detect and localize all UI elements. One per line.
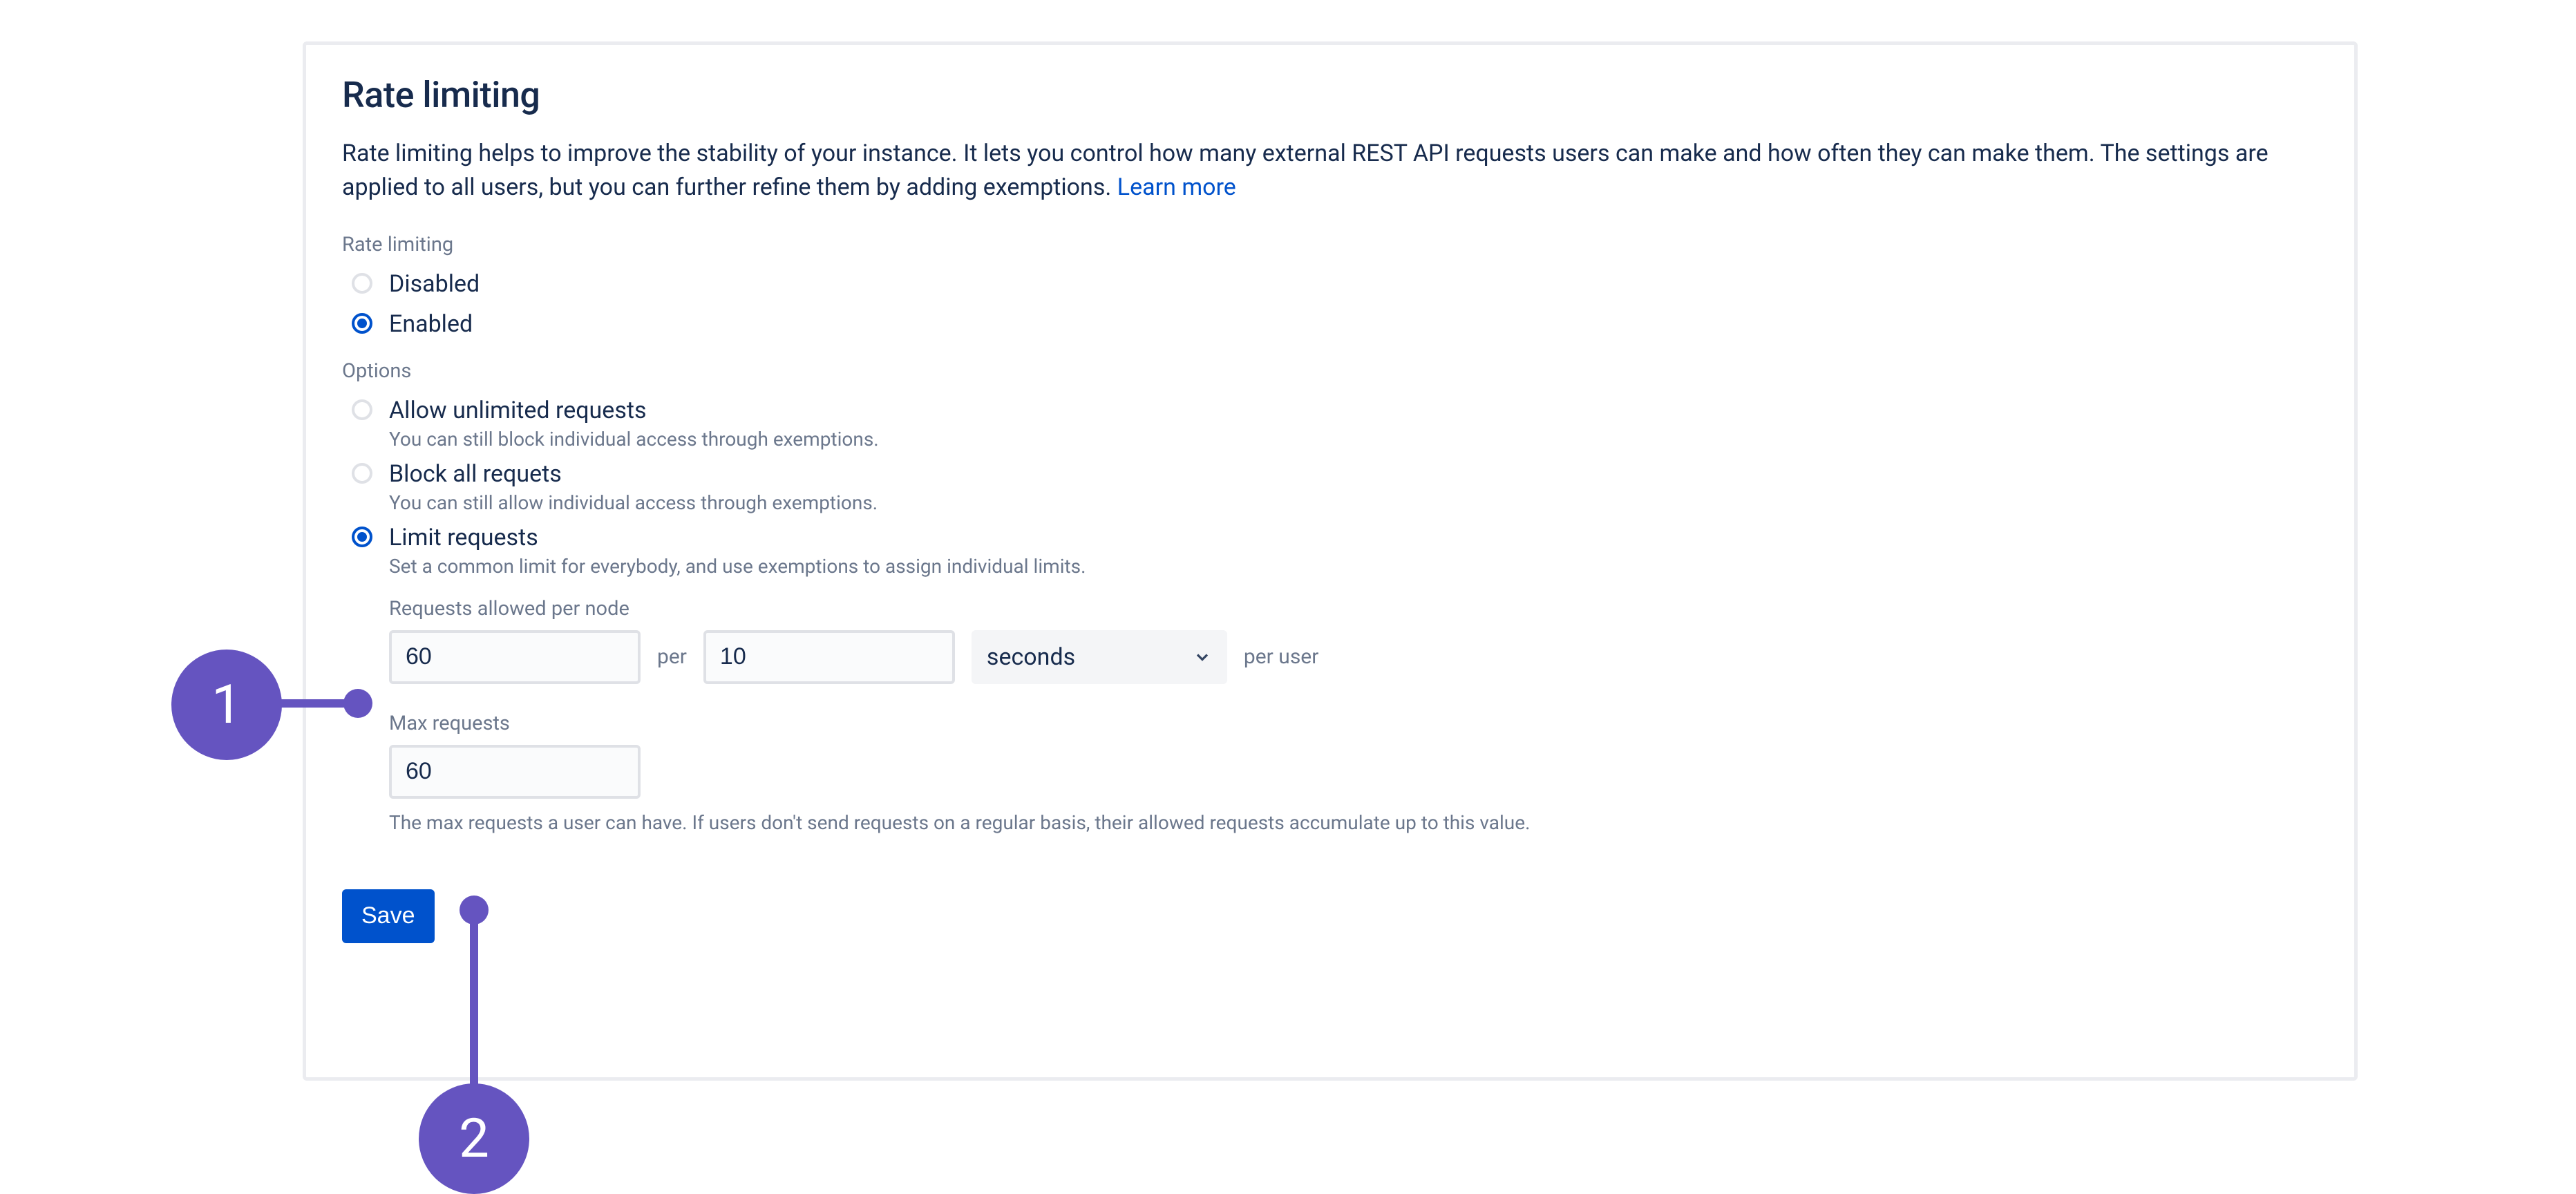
interval-input[interactable] [703,630,955,684]
per-text: per [657,645,687,669]
radio-label-block-all: Block all requets [389,460,878,489]
annotation-2-badge: 2 [419,1083,529,1194]
radio-help-block-all: You can still allow individual access th… [389,491,878,514]
limit-fields: Requests allowed per node per seconds pe… [342,597,2318,834]
radio-label-enabled: Enabled [389,310,473,339]
chevron-down-icon [1193,647,1212,667]
radio-item-disabled[interactable]: Disabled [342,270,2318,298]
annotation-2: 2 [419,1083,529,1194]
options-section-label: Options [342,359,2318,383]
radio-item-block-all[interactable]: Block all requets You can still allow in… [342,460,2318,514]
requests-allowed-label: Requests allowed per node [389,597,2318,620]
max-requests-help: The max requests a user can have. If use… [389,811,2318,834]
state-section-label: Rate limiting [342,233,2318,256]
radio-item-allow-unlimited[interactable]: Allow unlimited requests You can still b… [342,397,2318,451]
state-radio-group: Disabled Enabled [342,270,2318,339]
radio-label-disabled: Disabled [389,270,480,298]
max-requests-label: Max requests [389,712,2318,735]
annotation-2-connector-line [470,909,478,1086]
radio-label-allow-unlimited: Allow unlimited requests [389,397,879,425]
radio-block-all[interactable] [352,463,372,484]
annotation-2-connector-dot [460,896,489,925]
requests-count-input[interactable] [389,630,641,684]
rate-limiting-panel: Rate limiting Rate limiting helps to imp… [303,41,2358,1081]
options-radio-group: Allow unlimited requests You can still b… [342,397,2318,577]
radio-item-limit[interactable]: Limit requests Set a common limit for ev… [342,524,2318,578]
annotation-1-connector-dot [343,689,372,718]
radio-item-enabled[interactable]: Enabled [342,310,2318,339]
annotation-1: 1 [171,650,282,760]
radio-help-allow-unlimited: You can still block individual access th… [389,428,879,451]
page-title: Rate limiting [342,74,2318,116]
description-text: Rate limiting helps to improve the stabi… [342,140,2269,201]
save-button[interactable]: Save [342,889,435,943]
annotation-1-badge: 1 [171,650,282,760]
per-user-text: per user [1244,645,1318,669]
radio-enabled[interactable] [352,313,372,334]
learn-more-link[interactable]: Learn more [1117,173,1236,201]
radio-help-limit: Set a common limit for everybody, and us… [389,555,1086,578]
page-description: Rate limiting helps to improve the stabi… [342,137,2318,205]
radio-disabled[interactable] [352,273,372,294]
time-unit-value: seconds [987,643,1075,671]
radio-label-limit: Limit requests [389,524,1086,552]
radio-limit[interactable] [352,527,372,547]
time-unit-select[interactable]: seconds [972,630,1227,684]
radio-allow-unlimited[interactable] [352,399,372,420]
max-requests-input[interactable] [389,745,641,799]
requests-allowed-row: per seconds per user [389,630,2318,684]
